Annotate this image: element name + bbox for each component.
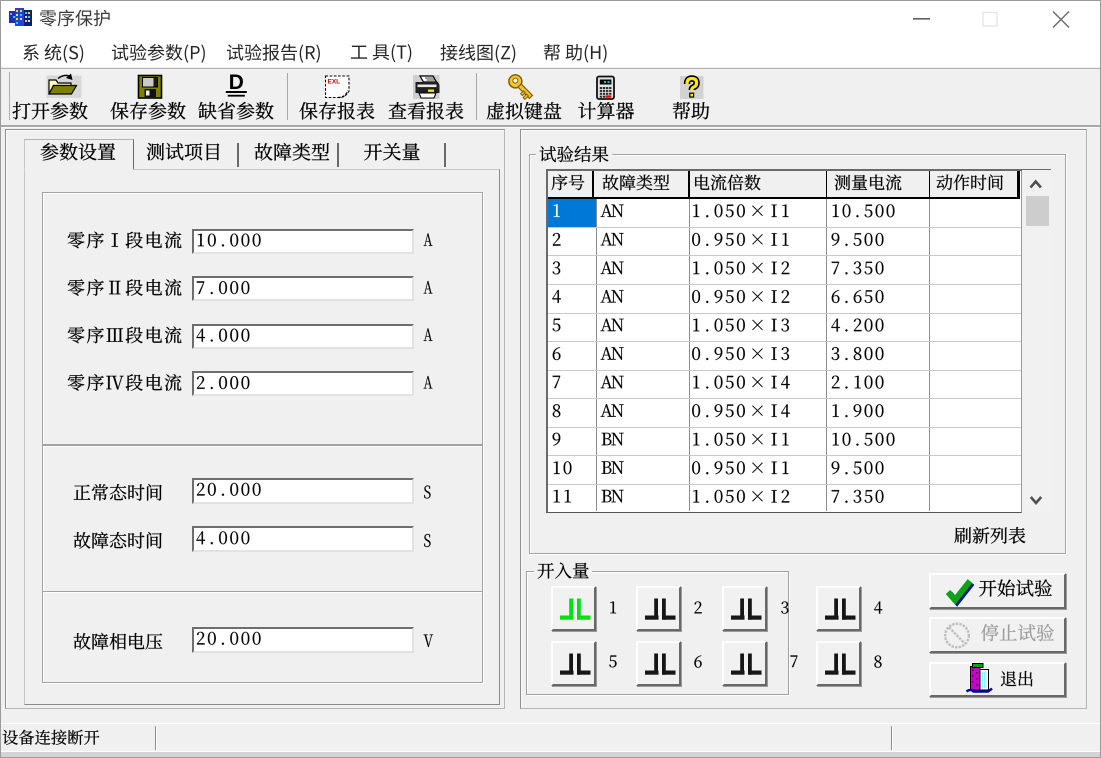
svg-text:EXL: EXL — [328, 79, 341, 86]
